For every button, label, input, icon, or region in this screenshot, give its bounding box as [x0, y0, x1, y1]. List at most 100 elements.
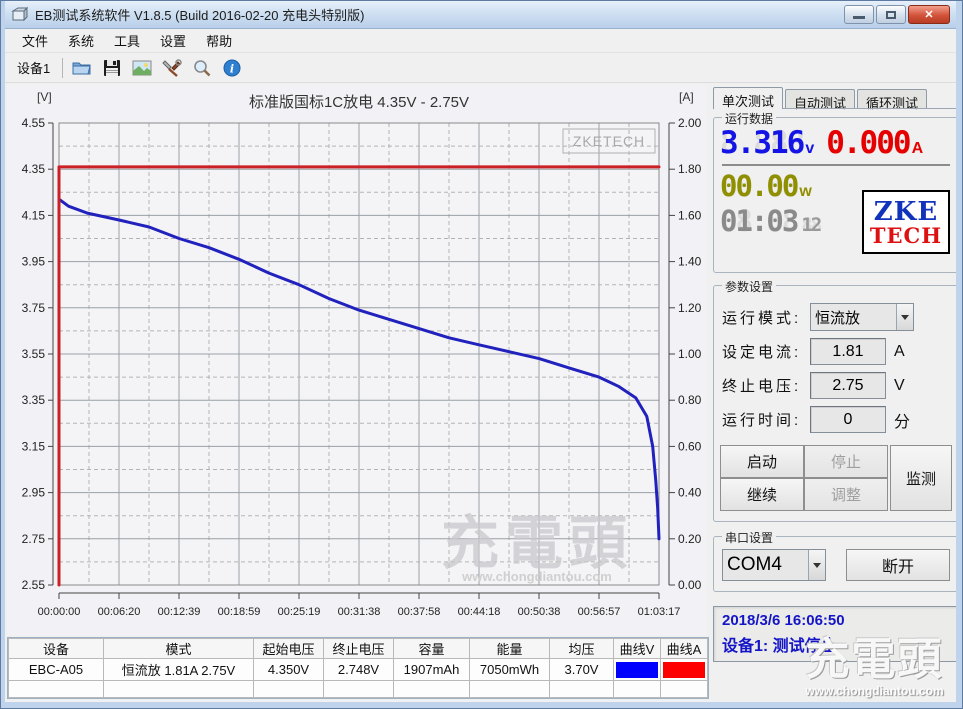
status-message: 设备1: 测试停止 [722, 632, 950, 656]
chevron-down-icon [813, 563, 821, 568]
app-icon [11, 6, 29, 24]
maximize-icon [886, 11, 896, 19]
serial-group-title: 串口设置 [722, 529, 776, 546]
close-button[interactable]: ✕ [908, 5, 950, 24]
cutoff-voltage-input[interactable]: 2.75 [810, 372, 886, 399]
run-time-unit: 分 [894, 408, 910, 432]
table-cell [614, 681, 661, 698]
tab-cycle-test[interactable]: 循环测试 [857, 89, 927, 108]
toolbar: 设备1 i [5, 53, 956, 83]
menu-bar: 文件 系统 工具 设置 帮助 [5, 29, 956, 53]
chart-area: 标准版国标1C放电 4.35V - 2.75V[V][A]4.554.354.1… [5, 83, 709, 702]
curve-a-swatch-color [663, 662, 705, 678]
right-tick-label: 1.00 [678, 347, 702, 361]
menu-settings[interactable]: 设置 [151, 28, 195, 53]
voltage-display: 8.888 3.316 [720, 128, 803, 159]
left-tick-label: 2.75 [22, 532, 46, 546]
table-header-cell: 容量 [394, 639, 470, 659]
x-tick-label: 00:44:18 [458, 606, 501, 618]
maximize-button[interactable] [876, 5, 906, 24]
table-header-cell: 起始电压 [254, 639, 324, 659]
time-display: 88:88 01:03 [720, 207, 797, 236]
window-title: EB测试系统软件 V1.8.5 (Build 2016-02-20 充电头特别版… [35, 5, 844, 24]
zke-logo-top: ZKE [874, 199, 938, 225]
save-icon[interactable] [99, 56, 125, 80]
left-axis-caption: [V] [37, 90, 52, 104]
chart-url-watermark: www.chongdiantou.com [461, 569, 612, 584]
chart-title: 标准版国标1C放电 4.35V - 2.75V [249, 94, 469, 111]
minimize-icon [853, 16, 865, 19]
left-tick-label: 4.55 [22, 116, 46, 130]
svg-text:i: i [230, 62, 234, 75]
menu-file[interactable]: 文件 [13, 28, 57, 53]
test-tabs: 单次测试 自动测试 循环测试 [713, 86, 956, 108]
table-cell: 2.748V [324, 659, 394, 681]
menu-system[interactable]: 系统 [59, 28, 103, 53]
display-separator [722, 164, 950, 166]
tab-auto-test[interactable]: 自动测试 [785, 89, 855, 108]
table-cell: 4.350V [254, 659, 324, 681]
info-icon[interactable]: i [219, 56, 245, 80]
start-button[interactable]: 启动 [720, 445, 804, 478]
curve-v-swatch[interactable] [614, 659, 661, 681]
table-header-cell: 模式 [104, 639, 254, 659]
left-tick-label: 3.35 [22, 393, 46, 407]
run-mode-dropdown-button[interactable] [896, 304, 913, 330]
current-unit: A [912, 140, 924, 158]
adjust-button[interactable]: 调整 [804, 478, 888, 511]
zoom-icon[interactable] [189, 56, 215, 80]
set-current-label: 设定电流: [722, 341, 810, 362]
disconnect-button[interactable]: 断开 [846, 549, 950, 581]
voltage-unit: v [805, 140, 814, 158]
curve-v-swatch-color [616, 662, 658, 678]
svg-text:ZKETECH: ZKETECH [573, 133, 645, 149]
continue-button[interactable]: 继续 [720, 478, 804, 511]
monitor-button[interactable]: 监测 [890, 445, 952, 511]
run-mode-label: 运行模式: [722, 307, 810, 328]
tab-single-test[interactable]: 单次测试 [713, 87, 783, 109]
power-unit: w [799, 183, 811, 201]
device-tab-label[interactable]: 设备1 [11, 58, 56, 77]
minimize-button[interactable] [844, 5, 874, 24]
table-row[interactable]: EBC-A05恒流放 1.81A 2.75V4.350V2.748V1907mA… [9, 659, 708, 681]
left-tick-label: 2.95 [22, 486, 46, 500]
com-port-dropdown-button[interactable] [808, 550, 825, 580]
right-tick-label: 1.40 [678, 255, 702, 269]
stop-button[interactable]: 停止 [804, 445, 888, 478]
chart-logo-watermark: 充電頭 [441, 511, 633, 576]
set-current-input[interactable]: 1.81 [810, 338, 886, 365]
run-data-group: 运行数据 8.888 3.316 v 8.888 0.000 A [713, 117, 956, 273]
title-bar[interactable]: EB测试系统软件 V1.8.5 (Build 2016-02-20 充电头特别版… [5, 1, 956, 29]
left-tick-label: 3.95 [22, 255, 46, 269]
left-tick-label: 3.15 [22, 439, 46, 453]
x-tick-label: 00:00:00 [38, 606, 81, 618]
table-cell [9, 681, 104, 698]
export-image-icon[interactable] [129, 56, 155, 80]
x-tick-label: 00:18:59 [218, 606, 261, 618]
menu-tools[interactable]: 工具 [105, 28, 149, 53]
table-header-cell: 能量 [470, 639, 550, 659]
table-header-cell: 终止电压 [324, 639, 394, 659]
com-port-select[interactable]: COM4 [722, 549, 826, 581]
tools-icon[interactable] [159, 56, 185, 80]
zke-tech-logo: ZKE TECH [862, 190, 950, 254]
set-current-unit: A [894, 343, 905, 361]
params-group-title: 参数设置 [722, 278, 776, 295]
table-cell [470, 681, 550, 698]
table-cell [394, 681, 470, 698]
right-tick-label: 1.20 [678, 301, 702, 315]
run-time-input[interactable]: 0 [810, 406, 886, 433]
table-header-cell: 均压 [550, 639, 614, 659]
curve-a-swatch[interactable] [661, 659, 708, 681]
open-file-icon[interactable] [69, 56, 95, 80]
toolbar-separator [62, 58, 63, 78]
run-mode-select[interactable]: 恒流放 [810, 303, 914, 331]
table-row-empty [9, 681, 708, 698]
results-table: 设备模式起始电压终止电压容量能量均压曲线V曲线AEBC-A05恒流放 1.81A… [8, 638, 708, 698]
menu-help[interactable]: 帮助 [197, 28, 241, 53]
serial-group: 串口设置 COM4 断开 [713, 536, 956, 592]
results-table-wrap: 设备模式起始电压终止电压容量能量均压曲线V曲线AEBC-A05恒流放 1.81A… [7, 637, 709, 699]
chevron-down-icon [901, 315, 909, 320]
table-cell [550, 681, 614, 698]
discharge-chart: 标准版国标1C放电 4.35V - 2.75V[V][A]4.554.354.1… [7, 85, 706, 635]
